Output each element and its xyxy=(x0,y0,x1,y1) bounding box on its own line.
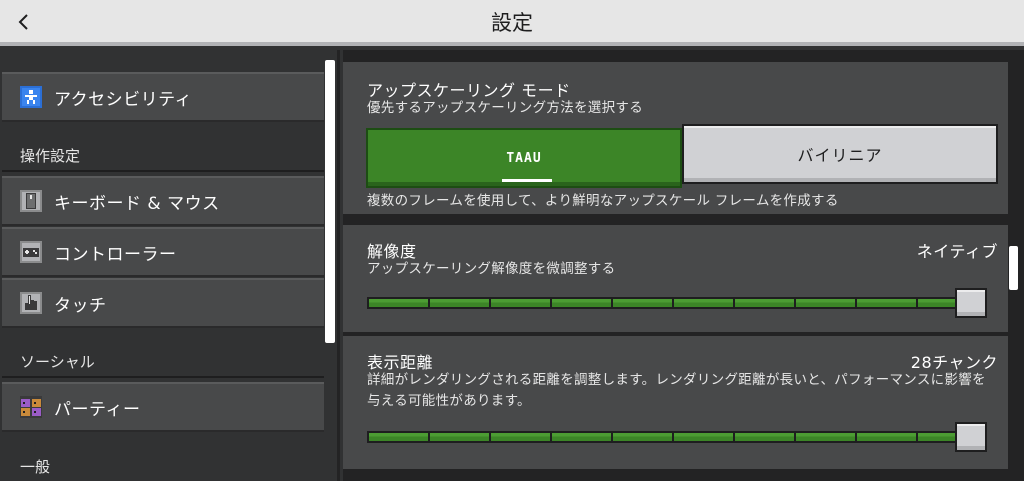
bilinear-option-button[interactable]: バイリニア xyxy=(682,124,998,184)
upscaling-mode-setting: アップスケーリング モード 優先するアップスケーリング方法を選択する TAAU … xyxy=(343,62,1008,214)
section-header-controls: 操作設定 xyxy=(20,147,81,165)
setting-subtitle: 優先するアップスケーリング方法を選択する xyxy=(367,100,643,116)
section-header-social: ソーシャル xyxy=(20,353,95,371)
sidebar-item-accessibility[interactable]: アクセシビリティ xyxy=(2,72,324,122)
top-bar: 設定 xyxy=(0,0,1024,46)
content-scrollbar[interactable] xyxy=(1009,246,1018,290)
sidebar-item-label: タッチ xyxy=(54,295,107,316)
party-icon xyxy=(20,396,42,418)
setting-description: 詳細がレンダリングされる距離を調整します。レンダリング距離が長いと、パフォーマン… xyxy=(367,372,986,409)
sidebar-scrollbar[interactable] xyxy=(325,60,335,343)
resolution-slider-track[interactable] xyxy=(367,297,979,309)
accessibility-icon xyxy=(20,86,42,108)
setting-value: ネイティブ xyxy=(916,242,998,261)
sidebar-item-touch[interactable]: タッチ xyxy=(2,278,324,328)
sidebar-item-controller[interactable]: コントローラー xyxy=(2,227,324,277)
option-label: バイリニア xyxy=(797,146,883,165)
render-distance-slider-thumb[interactable] xyxy=(955,422,987,452)
back-button[interactable] xyxy=(10,8,38,36)
sidebar-item-label: コントローラー xyxy=(54,244,177,265)
settings-panel: アップスケーリング モード 優先するアップスケーリング方法を選択する TAAU … xyxy=(343,50,1024,481)
render-distance-setting: 表示距離 28チャンク 詳細がレンダリングされる距離を調整します。レンダリング距… xyxy=(343,336,1008,469)
chevron-left-icon xyxy=(18,14,28,30)
resolution-setting: 解像度 ネイティブ アップスケーリング解像度を微調整する xyxy=(343,225,1008,332)
sidebar-item-label: パーティー xyxy=(54,399,141,420)
section-header-general: 一般 xyxy=(20,458,51,476)
render-distance-slider-track[interactable] xyxy=(367,431,979,443)
page-title: 設定 xyxy=(491,11,533,35)
option-label: TAAU xyxy=(506,150,542,166)
divider xyxy=(2,376,324,378)
sidebar-item-label: キーボード & マウス xyxy=(54,193,220,214)
setting-description: 複数のフレームを使用して、より鮮明なアップスケール フレームを作成する xyxy=(367,193,839,209)
selected-indicator xyxy=(502,179,552,182)
setting-description: アップスケーリング解像度を微調整する xyxy=(367,261,616,277)
divider xyxy=(2,170,324,172)
mouse-icon xyxy=(20,190,42,212)
taau-option-button[interactable]: TAAU xyxy=(366,128,682,188)
sidebar: アクセシビリティ 操作設定 キーボード & マウス コントローラー タッチ ソー… xyxy=(0,50,340,481)
sidebar-item-keyboard-mouse[interactable]: キーボード & マウス xyxy=(2,176,324,226)
resolution-slider-thumb[interactable] xyxy=(955,288,987,318)
sidebar-item-party[interactable]: パーティー xyxy=(2,382,324,432)
sidebar-item-label: アクセシビリティ xyxy=(54,89,193,110)
touch-hand-icon xyxy=(20,292,42,314)
controller-icon xyxy=(20,241,42,263)
